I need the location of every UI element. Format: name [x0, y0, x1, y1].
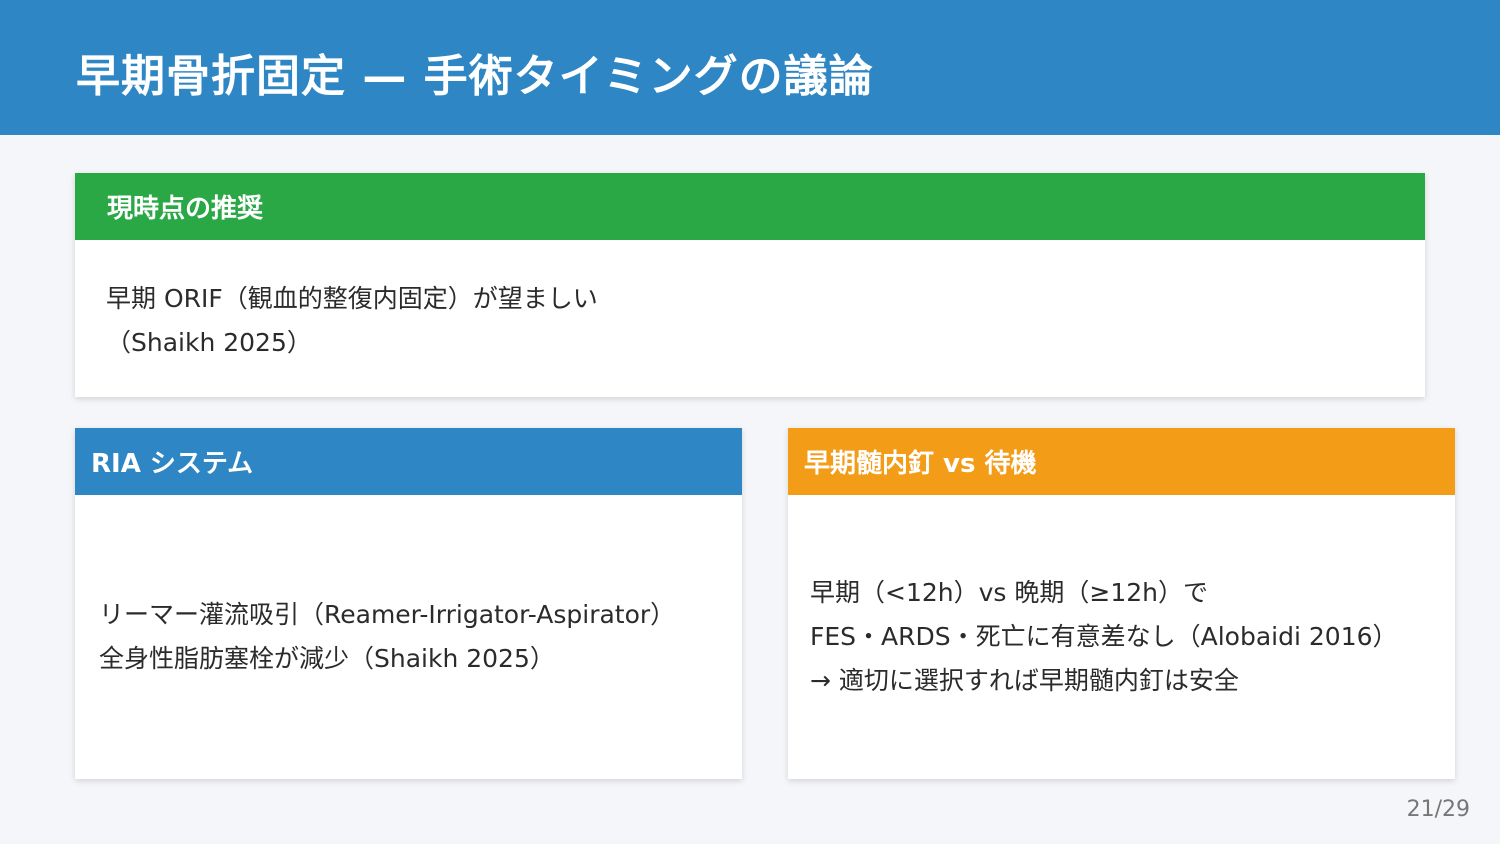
ria-heading: RIA システム	[91, 449, 254, 479]
early-nailing-header: 早期髄内釘 vs 待機	[788, 428, 1455, 495]
recommendation-body: 早期 ORIF（観血的整復内固定）が望ましい （Shaikh 2025）	[75, 240, 1425, 365]
slide-title: 早期骨折固定 — 手術タイミングの議論	[76, 51, 874, 102]
page-number: 21/29	[1406, 797, 1470, 822]
ria-line: リーマー灌流吸引（Reamer-Irrigator-Aspirator）	[99, 600, 676, 629]
recommendation-heading: 現時点の推奨	[107, 194, 264, 224]
ria-line: 全身性脂肪塞栓が減少（Shaikh 2025）	[99, 644, 555, 673]
early-nailing-line: FES・ARDS・死亡に有意差なし（Alobaidi 2016）	[810, 622, 1398, 651]
ria-card: RIA システム リーマー灌流吸引（Reamer-Irrigator-Aspir…	[75, 428, 742, 779]
title-bar: 早期骨折固定 — 手術タイミングの議論	[0, 0, 1500, 135]
recommendation-header: 現時点の推奨	[75, 173, 1425, 240]
recommendation-line: （Shaikh 2025）	[106, 328, 312, 357]
recommendation-line: 早期 ORIF（観血的整復内固定）が望ましい	[106, 284, 598, 313]
early-nailing-card: 早期髄内釘 vs 待機 早期（<12h）vs 晩期（≥12h）で FES・ARD…	[788, 428, 1455, 779]
early-nailing-heading: 早期髄内釘 vs 待機	[804, 449, 1037, 479]
early-nailing-body: 早期（<12h）vs 晩期（≥12h）で FES・ARDS・死亡に有意差なし（A…	[788, 495, 1455, 779]
ria-header: RIA システム	[75, 428, 742, 495]
recommendation-card: 現時点の推奨 早期 ORIF（観血的整復内固定）が望ましい （Shaikh 20…	[75, 173, 1425, 397]
ria-body: リーマー灌流吸引（Reamer-Irrigator-Aspirator） 全身性…	[75, 495, 742, 779]
early-nailing-line: 早期（<12h）vs 晩期（≥12h）で	[810, 578, 1208, 607]
early-nailing-line: → 適切に選択すれば早期髄内釘は安全	[810, 666, 1239, 695]
